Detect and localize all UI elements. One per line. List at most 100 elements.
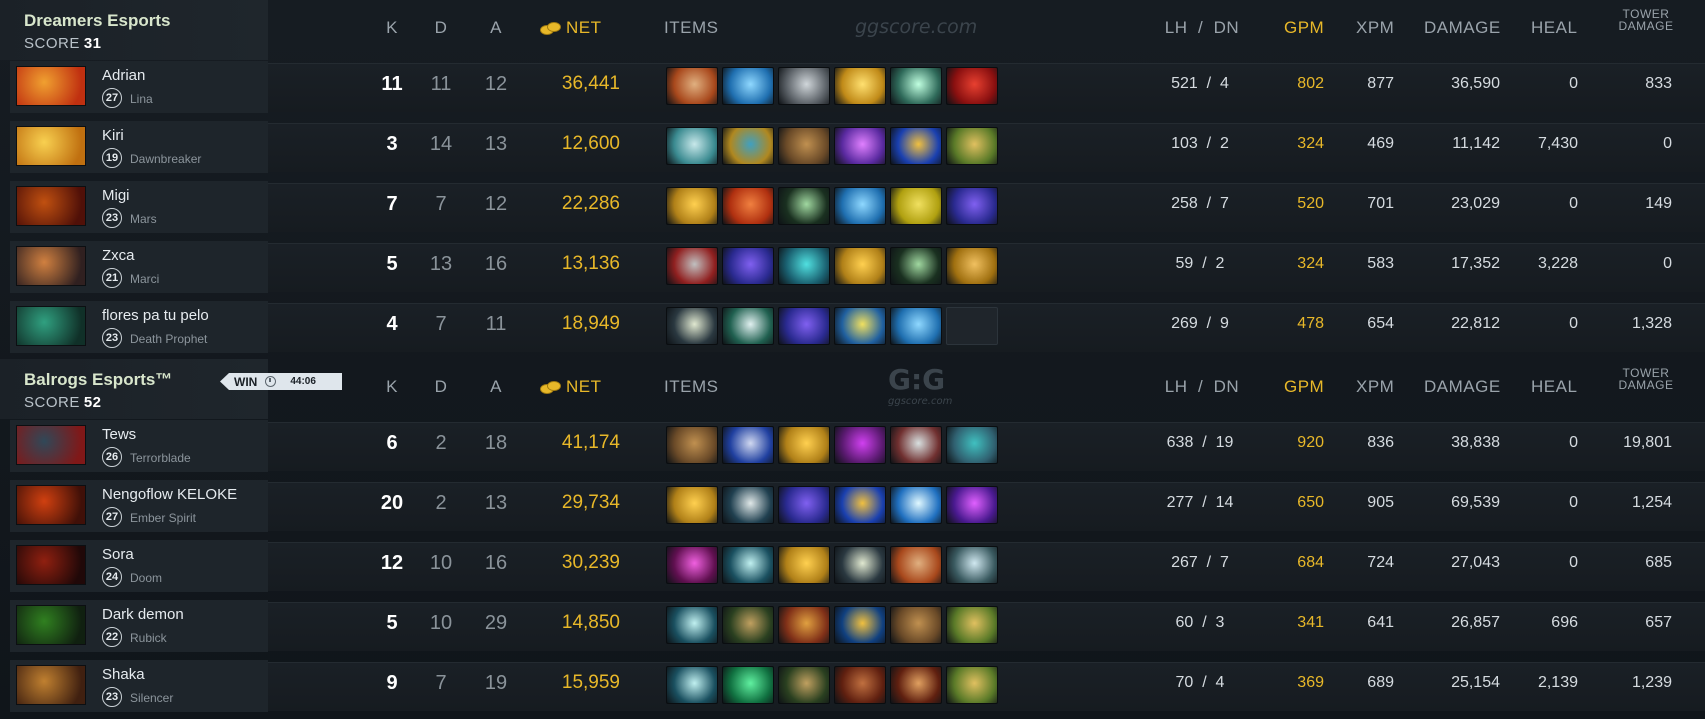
- col-head-d: D: [434, 377, 448, 396]
- item-slot[interactable]: [778, 67, 830, 105]
- player-row[interactable]: Sora 24 Doom 12 10 16 30,239 267 / 7 684 724 27,04…: [0, 539, 1705, 594]
- item-slot[interactable]: [666, 546, 718, 584]
- player-row[interactable]: Shaka 23 Silencer 9 7 19 15,959 70 / 4 369 689 25,…: [0, 659, 1705, 714]
- item-slot[interactable]: [666, 127, 718, 165]
- item-slot[interactable]: [890, 247, 942, 285]
- item-slot[interactable]: [946, 247, 998, 285]
- player-row[interactable]: Tews 26 Terrorblade 6 2 18 41,174 638 / 19 920 83…: [0, 419, 1705, 474]
- item-slot[interactable]: [834, 307, 886, 345]
- item-slot[interactable]: [666, 426, 718, 464]
- item-slot[interactable]: [890, 486, 942, 524]
- item-slot[interactable]: [834, 127, 886, 165]
- item-slot[interactable]: [946, 187, 998, 225]
- item-slot[interactable]: [722, 606, 774, 644]
- player-row[interactable]: flores pa tu pelo 23 Death Prophet 4 7 11 18,9…: [0, 300, 1705, 355]
- hero-portrait[interactable]: [16, 66, 86, 106]
- item-slot[interactable]: [946, 666, 998, 704]
- item-slot[interactable]: [666, 67, 718, 105]
- player-name[interactable]: Nengoflow KELOKE: [102, 486, 237, 503]
- hero-name: Lina: [130, 92, 153, 106]
- hero-portrait[interactable]: [16, 485, 86, 525]
- player-row[interactable]: Migi 23 Mars 7 7 12 22,286 258 / 7 520 701 23,029 0…: [0, 180, 1705, 235]
- item-slot[interactable]: [722, 247, 774, 285]
- hero-portrait[interactable]: [16, 186, 86, 226]
- item-slot[interactable]: [890, 127, 942, 165]
- item-slot[interactable]: [778, 546, 830, 584]
- item-slot[interactable]: [946, 426, 998, 464]
- hero-portrait[interactable]: [16, 126, 86, 166]
- item-slot[interactable]: [666, 247, 718, 285]
- item-slot[interactable]: [722, 67, 774, 105]
- item-slot[interactable]: [666, 307, 718, 345]
- item-slot[interactable]: [778, 486, 830, 524]
- item-slot[interactable]: [890, 546, 942, 584]
- item-slot[interactable]: [778, 247, 830, 285]
- item-slot[interactable]: [834, 666, 886, 704]
- item-slot[interactable]: [890, 67, 942, 105]
- item-slot[interactable]: [666, 187, 718, 225]
- hero-level-badge: 26: [102, 447, 122, 467]
- player-row[interactable]: Kiri 19 Dawnbreaker 3 14 13 12,600 103 / 2 324 46…: [0, 120, 1705, 175]
- player-name[interactable]: Tews: [102, 426, 136, 443]
- item-slot[interactable]: [946, 486, 998, 524]
- assists-value: 16: [484, 253, 508, 275]
- item-slot[interactable]: [778, 127, 830, 165]
- gpm-value: 341: [1297, 614, 1324, 631]
- item-slot[interactable]: [946, 127, 998, 165]
- hero-portrait[interactable]: [16, 306, 86, 346]
- item-slot[interactable]: [666, 486, 718, 524]
- item-slot[interactable]: [946, 546, 998, 584]
- item-slot[interactable]: [778, 606, 830, 644]
- item-slot[interactable]: [722, 127, 774, 165]
- player-name[interactable]: Sora: [102, 546, 134, 563]
- item-slot[interactable]: [722, 486, 774, 524]
- item-slot[interactable]: [834, 606, 886, 644]
- hero-portrait[interactable]: [16, 605, 86, 645]
- item-slot[interactable]: [834, 426, 886, 464]
- item-slot[interactable]: [666, 606, 718, 644]
- item-slot[interactable]: [722, 426, 774, 464]
- item-slot[interactable]: [890, 426, 942, 464]
- item-slot[interactable]: [722, 546, 774, 584]
- player-name[interactable]: flores pa tu pelo: [102, 307, 209, 324]
- player-name[interactable]: Shaka: [102, 666, 145, 683]
- player-name[interactable]: Dark demon: [102, 606, 184, 623]
- player-row[interactable]: Nengoflow KELOKE 27 Ember Spirit 20 2 13 29,73…: [0, 479, 1705, 534]
- kills-value: 11: [381, 73, 403, 95]
- hero-level-badge: 24: [102, 567, 122, 587]
- empty-item-slot[interactable]: [946, 307, 998, 345]
- item-slot[interactable]: [890, 666, 942, 704]
- hero-portrait[interactable]: [16, 246, 86, 286]
- player-name[interactable]: Migi: [102, 187, 130, 204]
- item-slot[interactable]: [946, 67, 998, 105]
- player-name[interactable]: Zxca: [102, 247, 135, 264]
- deaths-value: 11: [430, 73, 452, 95]
- item-slot[interactable]: [834, 546, 886, 584]
- hero-portrait[interactable]: [16, 545, 86, 585]
- player-name[interactable]: Kiri: [102, 127, 124, 144]
- item-slot[interactable]: [778, 426, 830, 464]
- player-row[interactable]: Adrian 27 Lina 11 11 12 36,441 521 / 4 802 877 36,…: [0, 60, 1705, 115]
- hero-portrait[interactable]: [16, 665, 86, 705]
- item-slot[interactable]: [722, 307, 774, 345]
- item-slot[interactable]: [834, 247, 886, 285]
- item-slot[interactable]: [890, 187, 942, 225]
- item-slot[interactable]: [778, 307, 830, 345]
- item-slot[interactable]: [666, 666, 718, 704]
- item-slot[interactable]: [778, 666, 830, 704]
- item-slot[interactable]: [778, 187, 830, 225]
- player-name[interactable]: Adrian: [102, 67, 145, 84]
- item-slot[interactable]: [890, 307, 942, 345]
- item-slot[interactable]: [834, 187, 886, 225]
- clock-icon: [265, 376, 277, 387]
- item-slot[interactable]: [834, 486, 886, 524]
- item-slot[interactable]: [946, 606, 998, 644]
- item-slot[interactable]: [890, 606, 942, 644]
- item-slot[interactable]: [722, 187, 774, 225]
- hero-portrait[interactable]: [16, 425, 86, 465]
- kills-value: 20: [380, 492, 404, 514]
- player-row[interactable]: Dark demon 22 Rubick 5 10 29 14,850 60 / 3 341 64…: [0, 599, 1705, 654]
- player-row[interactable]: Zxca 21 Marci 5 13 16 13,136 59 / 2 324 583 17,352…: [0, 240, 1705, 295]
- item-slot[interactable]: [722, 666, 774, 704]
- item-slot[interactable]: [834, 67, 886, 105]
